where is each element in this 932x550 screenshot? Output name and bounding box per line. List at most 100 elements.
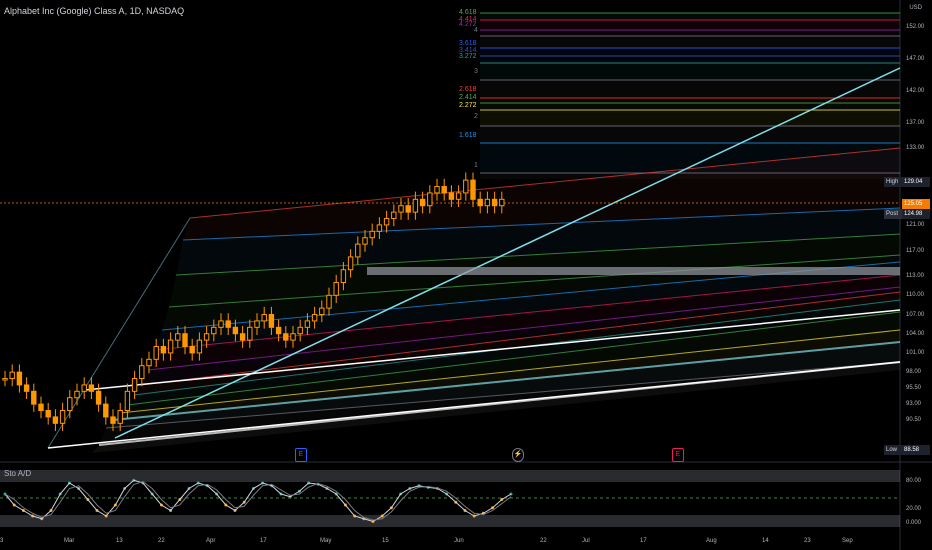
candle-body[interactable] xyxy=(434,186,440,194)
candle-body[interactable] xyxy=(67,397,73,412)
candle-body[interactable] xyxy=(369,230,375,239)
osc-level-20: 20.00 xyxy=(906,506,922,512)
candle-body[interactable] xyxy=(167,339,174,354)
candle-body[interactable] xyxy=(110,416,116,424)
earnings-event-icon[interactable]: E xyxy=(295,448,307,462)
price-tick-label: 98.00 xyxy=(906,369,922,376)
fib-level-label: 1.618 xyxy=(459,132,477,139)
time-tick-label: Aug xyxy=(706,538,717,544)
symbol-title: Alphabet Inc (Google) Class A, 1D, NASDA… xyxy=(4,6,185,16)
fib-zone xyxy=(480,103,900,110)
time-tick-label: 23 xyxy=(804,538,811,544)
candle-body[interactable] xyxy=(333,282,339,296)
fib-zone xyxy=(480,126,900,143)
candle-body[interactable] xyxy=(16,371,23,386)
candle-body[interactable] xyxy=(268,314,275,328)
candle-body[interactable] xyxy=(484,198,491,207)
dividend-event-icon[interactable]: ⚡ xyxy=(512,448,524,462)
candle-body[interactable] xyxy=(131,378,138,392)
candle-body[interactable] xyxy=(153,346,159,360)
main-chart-canvas[interactable] xyxy=(0,0,932,550)
candle-body[interactable] xyxy=(103,403,109,418)
candle-body[interactable] xyxy=(52,416,59,424)
candle-body[interactable] xyxy=(412,198,419,213)
price-range-box[interactable] xyxy=(367,267,900,275)
candle-body[interactable] xyxy=(225,320,231,328)
candle-body[interactable] xyxy=(88,384,95,392)
candle-body[interactable] xyxy=(45,410,51,418)
candle-body[interactable] xyxy=(232,326,239,335)
candle-body[interactable] xyxy=(189,346,195,354)
candle-body[interactable] xyxy=(326,294,332,309)
candle-body[interactable] xyxy=(355,243,361,258)
candle-body[interactable] xyxy=(196,339,203,354)
high-tag-value: 129.04 xyxy=(902,177,930,187)
candle-body[interactable] xyxy=(74,390,80,399)
post-tag-label: Post xyxy=(884,209,902,219)
candle-body[interactable] xyxy=(146,358,152,367)
candle-body[interactable] xyxy=(31,390,37,405)
candle-body[interactable] xyxy=(139,365,145,380)
candle-body[interactable] xyxy=(376,224,383,232)
candle-body[interactable] xyxy=(297,326,303,335)
chart-root[interactable]: Alphabet Inc (Google) Class A, 1D, NASDA… xyxy=(0,0,932,550)
candle-body[interactable] xyxy=(203,333,210,341)
candle-body[interactable] xyxy=(405,205,411,213)
candle-body[interactable] xyxy=(182,333,188,348)
candle-body[interactable] xyxy=(470,179,476,200)
candle-body[interactable] xyxy=(2,378,8,381)
fib-zone xyxy=(480,36,900,48)
candle-body[interactable] xyxy=(218,320,224,328)
candle-body[interactable] xyxy=(477,198,483,207)
candle-body[interactable] xyxy=(463,179,469,194)
candle-body[interactable] xyxy=(491,198,498,207)
candle-body[interactable] xyxy=(261,314,267,322)
candle-body[interactable] xyxy=(275,326,282,335)
candle-body[interactable] xyxy=(95,390,102,405)
fib-level-label: 3.618 xyxy=(459,40,477,47)
candle-body[interactable] xyxy=(427,192,433,207)
candle-body[interactable] xyxy=(283,333,289,341)
time-tick-label: 22 xyxy=(540,538,547,544)
candle-body[interactable] xyxy=(9,371,15,380)
candle-body[interactable] xyxy=(175,333,181,341)
candle-body[interactable] xyxy=(347,256,354,271)
candle-body[interactable] xyxy=(311,314,318,322)
candle-body[interactable] xyxy=(124,390,131,412)
candle-body[interactable] xyxy=(391,211,397,220)
candle-body[interactable] xyxy=(247,326,253,341)
candle-body[interactable] xyxy=(211,326,217,335)
candle-body[interactable] xyxy=(340,269,347,284)
time-tick-label: 15 xyxy=(382,538,389,544)
candle-body[interactable] xyxy=(398,205,404,213)
candle-body[interactable] xyxy=(455,192,462,200)
candle-body[interactable] xyxy=(448,192,455,200)
candle-body[interactable] xyxy=(419,198,426,207)
indicator-title[interactable]: Sto A/D xyxy=(4,469,31,478)
candle-body[interactable] xyxy=(441,186,447,194)
currency-label: USD xyxy=(909,5,922,11)
candle-body[interactable] xyxy=(38,403,44,412)
candle-body[interactable] xyxy=(23,384,30,392)
fib-zone xyxy=(480,13,900,20)
candle-body[interactable] xyxy=(160,346,167,354)
earnings-event-icon[interactable]: E xyxy=(672,448,684,462)
fib-zone xyxy=(480,56,900,63)
fib-level-label: 2.414 xyxy=(459,94,477,101)
time-tick-label: Jul xyxy=(582,538,590,544)
candle-body[interactable] xyxy=(290,333,296,341)
candle-body[interactable] xyxy=(304,320,311,328)
time-tick-label: 17 xyxy=(260,538,267,544)
candle-body[interactable] xyxy=(319,307,325,316)
candle-body[interactable] xyxy=(499,198,505,207)
candle-body[interactable] xyxy=(81,384,87,392)
fib-zone xyxy=(480,30,900,36)
candle-body[interactable] xyxy=(117,410,123,424)
candle-body[interactable] xyxy=(362,237,368,245)
candle-body[interactable] xyxy=(383,218,390,226)
candle-body[interactable] xyxy=(59,410,66,424)
oscillator-signal-line[interactable] xyxy=(4,481,512,521)
fib-level-label: 2.272 xyxy=(459,102,477,109)
candle-body[interactable] xyxy=(254,320,260,328)
candle-body[interactable] xyxy=(239,333,246,341)
